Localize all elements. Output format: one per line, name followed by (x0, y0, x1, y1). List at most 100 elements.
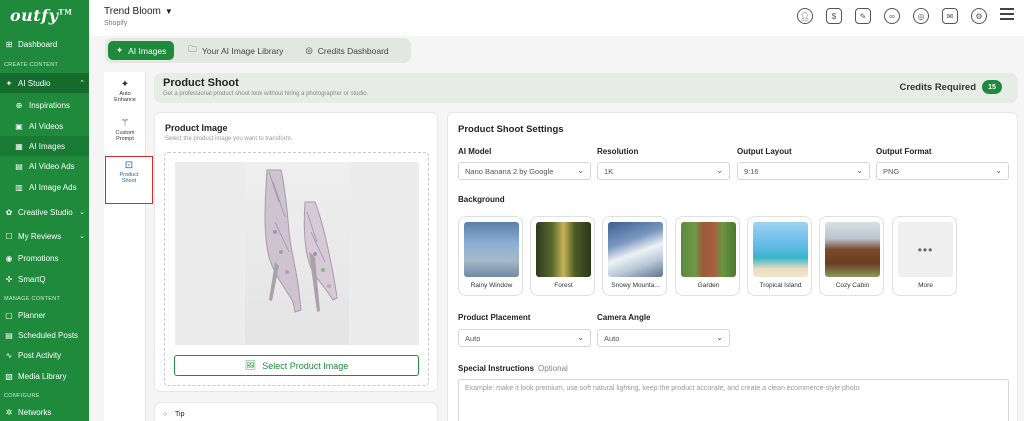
chevron-down-icon: ⌄ (79, 233, 85, 240)
background-option-garden[interactable]: Garden (675, 216, 740, 296)
product-placement-select[interactable]: Auto ⌄ (458, 329, 591, 347)
tropical-island-thumb (753, 222, 808, 277)
output-format-label: Output Format (876, 147, 932, 156)
sidebar-item-my-reviews[interactable]: ☐ My Reviews ⌄ (0, 226, 89, 246)
sidebar-item-planner[interactable]: ▢ Planner (0, 305, 89, 325)
product-image-subtitle: Select the product image you want to tra… (165, 136, 293, 142)
sidebar-item-ai-images[interactable]: ▦ AI Images (0, 136, 89, 156)
handshake-icon[interactable]: ∞ (884, 8, 900, 24)
settings-title: Product Shoot Settings (458, 124, 564, 135)
special-instructions-input[interactable]: Example: make it look premium, use soft … (458, 379, 1009, 421)
store-switcher[interactable]: Trend Bloom ▼ (104, 6, 173, 17)
ai-model-select[interactable]: Nano Banana 2 by Google ⌄ (458, 162, 591, 180)
sidebar-item-smartq[interactable]: ✣ SmartQ (0, 269, 89, 289)
product-image-card: Product Image Select the product image y… (154, 112, 438, 392)
magic-wand-icon[interactable]: ✎ (855, 8, 871, 24)
background-option-more[interactable]: ••• More (892, 216, 957, 296)
sidebar-item-ai-image-ads[interactable]: ▥ AI Image Ads (0, 177, 89, 197)
background-option-rainy-window[interactable]: Rainy Window (458, 216, 523, 296)
resolution-select[interactable]: 1K ⌄ (597, 162, 730, 180)
background-label: Background (458, 195, 505, 204)
tool-strip: ✦ Auto Enhance ⚚ Custom Prompt ⊡ Product… (104, 72, 153, 421)
chevron-up-icon: ⌃ (79, 80, 85, 87)
outfy-logo[interactable]: outfyTM (10, 6, 72, 25)
chevron-down-icon: ⌄ (716, 166, 723, 175)
tab-ai-images[interactable]: ✦ AI Images (108, 41, 175, 60)
feature-tabs: ✦ AI Images 🗀︎ Your AI Image Library ◎ Cred… (105, 38, 411, 63)
reviews-icon: ☐ (5, 231, 13, 241)
sidebar-item-inspirations[interactable]: ⊕ Inspirations (0, 95, 89, 115)
sidebar-item-ai-studio[interactable]: ✦ AI Studio ⌃ (0, 73, 89, 93)
section-label-configure: CONFIGURE (4, 393, 40, 399)
chevron-down-icon: ⌄ (856, 166, 863, 175)
sidebar-item-creative-studio[interactable]: ✿ Creative Studio ⌄ (0, 202, 89, 222)
image-icon: 🖼︎ (244, 360, 257, 370)
smartq-icon: ✣ (5, 274, 13, 284)
network-icon: ✲ (5, 407, 13, 417)
output-layout-select[interactable]: 9:16 ⌄ (737, 162, 870, 180)
image-ad-icon: ▥ (15, 182, 23, 192)
background-option-cozy-cabin[interactable]: Cozy Cabin (819, 216, 884, 296)
tab-ai-image-library[interactable]: 🗀︎ Your AI Image Library (180, 41, 291, 60)
garden-thumb (681, 222, 736, 277)
more-options-icon: ••• (898, 222, 953, 277)
background-option-tropical-island[interactable]: Tropical Island (747, 216, 812, 296)
store-platform: Shopify (104, 20, 128, 27)
dashboard-icon: ⊞ (5, 39, 13, 49)
tool-product-shoot[interactable]: ⊡ Product Shoot (105, 156, 153, 204)
page-subtitle: Get a professional product shoot look wi… (163, 91, 369, 97)
video-icon: ▣ (15, 121, 23, 131)
caret-down-icon: ▼ (164, 7, 173, 16)
credits-required-label: Credits Required (899, 82, 976, 93)
resolution-label: Resolution (597, 147, 639, 156)
settings-icon[interactable]: ⚙ (971, 8, 987, 24)
camera-angle-select[interactable]: Auto ⌄ (597, 329, 730, 347)
rainy-window-thumb (464, 222, 519, 277)
output-format-select[interactable]: PNG ⌄ (876, 162, 1009, 180)
billing-icon[interactable]: $ (826, 8, 842, 24)
sidebar-item-ai-video-ads[interactable]: ▤ AI Video Ads (0, 156, 89, 176)
media-icon: ▧ (5, 371, 13, 381)
sparkle-icon: ✦ (116, 45, 124, 55)
product-shoot-settings-card: Product Shoot Settings AI Model Nano Ban… (447, 112, 1018, 421)
product-photo (245, 162, 349, 345)
contact-icon[interactable]: ✉ (942, 8, 958, 24)
support-icon[interactable]: ◎ (913, 8, 929, 24)
chevron-down-icon: ⌄ (577, 333, 584, 342)
page-title: Product Shoot (163, 77, 239, 89)
sidebar: outfyTM ⊞ Dashboard CREATE CONTENT ✦ AI St… (0, 0, 89, 421)
special-instructions-label: Special Instructions Optional (458, 364, 568, 373)
sidebar-item-post-activity[interactable]: ∿ Post Activity (0, 345, 89, 365)
credits-badge: 15 (982, 80, 1002, 94)
folder-icon: 🗀︎ (188, 43, 197, 54)
background-option-snowy-mountain[interactable]: Snowy Mounta... (602, 216, 667, 296)
sidebar-item-media-library[interactable]: ▧ Media Library (0, 366, 89, 386)
section-label-create: CREATE CONTENT (4, 62, 59, 68)
sidebar-item-ai-videos[interactable]: ▣ AI Videos (0, 116, 89, 136)
coin-icon: ◎ (305, 45, 313, 55)
image-icon: ▦ (15, 141, 23, 151)
tool-auto-enhance[interactable]: ✦ Auto Enhance (104, 79, 146, 104)
chevron-down-icon: ⌄ (577, 166, 584, 175)
sidebar-item-promotions[interactable]: ◉ Promotions (0, 248, 89, 268)
tip-card: ○ Tip (154, 402, 438, 421)
sidebar-item-scheduled-posts[interactable]: ▤ Scheduled Posts (0, 325, 89, 345)
user-icon[interactable]: 👤︎ (797, 8, 813, 24)
output-layout-label: Output Layout (737, 147, 792, 156)
sidebar-item-networks[interactable]: ✲ Networks (0, 402, 89, 421)
product-placement-label: Product Placement (458, 313, 531, 322)
compass-icon: ⊕ (15, 100, 23, 110)
sparkle-icon: ✦ (120, 79, 130, 90)
chevron-down-icon: ⌄ (995, 166, 1002, 175)
tool-custom-prompt[interactable]: ⚚ Custom Prompt (104, 119, 146, 143)
activity-icon: ∿ (5, 350, 13, 360)
sidebar-item-dashboard[interactable]: ⊞ Dashboard (0, 34, 89, 54)
product-preview (175, 162, 419, 345)
topbar: Trend Bloom ▼ Shopify 👤︎ $ ✎ ∞ ◎ ✉ ⚙ (89, 0, 1024, 36)
lightbulb-icon: ○ (163, 411, 168, 418)
image-dropzone[interactable]: 🖼︎ Select Product Image (164, 152, 429, 386)
tab-credits-dashboard[interactable]: ◎ Credits Dashboard (297, 41, 396, 60)
background-option-forest[interactable]: Forest (530, 216, 595, 296)
select-product-image-button[interactable]: 🖼︎ Select Product Image (174, 355, 419, 376)
hamburger-menu-icon[interactable] (1000, 8, 1014, 20)
